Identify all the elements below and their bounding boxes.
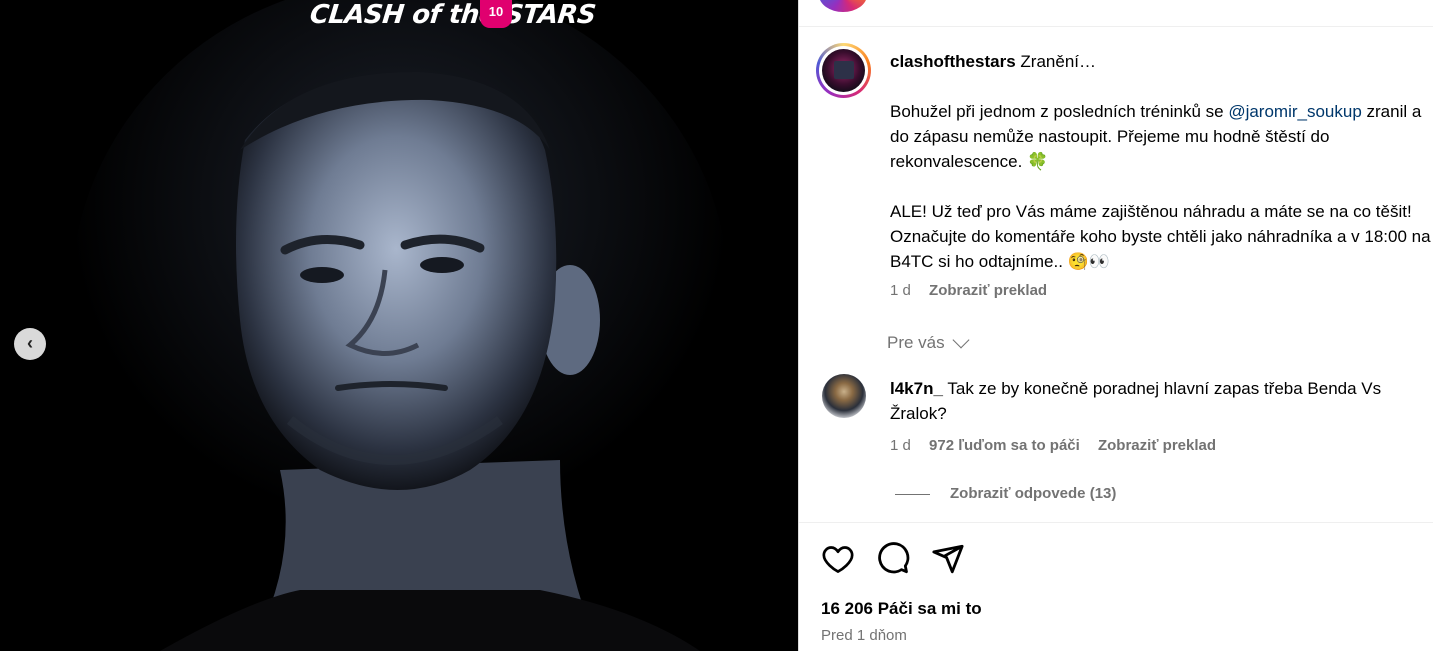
post-side-panel: clashofthestars Zranění… Bohužel při jed… <box>798 0 1433 651</box>
post-caption: clashofthestars Zranění… Bohužel při jed… <box>890 49 1433 274</box>
chevron-down-icon <box>952 331 970 349</box>
post-media: CLASH of the STARS 10 ‹ <box>0 0 798 651</box>
author-avatar[interactable] <box>816 43 871 98</box>
commenter-avatar[interactable] <box>822 374 866 418</box>
show-logo: CLASH of the STARS 10 <box>308 0 597 36</box>
logo-badge: 10 <box>480 0 512 28</box>
comment: l4k7n_ Tak ze by konečně poradnej hlavní… <box>890 376 1430 426</box>
portrait-image <box>0 0 798 651</box>
caption-title: Zranění… <box>1020 52 1096 71</box>
share-icon[interactable] <box>931 542 965 576</box>
heart-icon[interactable] <box>821 542 855 576</box>
chevron-left-icon: ‹ <box>27 332 33 353</box>
header-avatar[interactable] <box>819 0 867 12</box>
comment-translate-button[interactable]: Zobraziť preklad <box>1098 437 1216 454</box>
post-timestamp[interactable]: Pred 1 dňom <box>821 627 907 644</box>
comment-likes[interactable]: 972 ľuďom sa to páči <box>929 437 1080 454</box>
post-header <box>799 0 1433 27</box>
commenter-username[interactable]: l4k7n_ <box>890 379 943 398</box>
comment-sort-dropdown[interactable]: Pre vás <box>887 331 970 353</box>
comment-meta: 1 d 972 ľuďom sa to páči Zobraziť prekla… <box>890 437 1216 454</box>
caption-age: 1 d <box>890 282 911 299</box>
mention-link[interactable]: @jaromir_soukup <box>1228 102 1361 121</box>
like-count[interactable]: 16 206 Páči sa mi to <box>821 599 982 619</box>
view-replies-button[interactable]: Zobraziť odpovede (13) <box>950 485 1116 502</box>
caption-paragraph-1: Bohužel při jednom z posledních tréninků… <box>890 102 1422 171</box>
logo-text: CLASH of the STARS <box>308 0 598 30</box>
author-username[interactable]: clashofthestars <box>890 52 1016 71</box>
caption-meta: 1 d Zobraziť preklad <box>890 282 1047 299</box>
sort-label: Pre vás <box>887 333 945 352</box>
previous-slide-button[interactable]: ‹ <box>14 328 46 360</box>
section-divider <box>799 522 1433 523</box>
caption-translate-button[interactable]: Zobraziť preklad <box>929 282 1047 299</box>
replies-divider <box>895 494 930 495</box>
caption-paragraph-2: ALE! Už teď pro Vás máme zajištěnou náhr… <box>890 202 1431 271</box>
comment-icon[interactable] <box>876 542 910 576</box>
comment-text: Tak ze by konečně poradnej hlavní zapas … <box>890 379 1382 423</box>
comment-age: 1 d <box>890 437 911 454</box>
